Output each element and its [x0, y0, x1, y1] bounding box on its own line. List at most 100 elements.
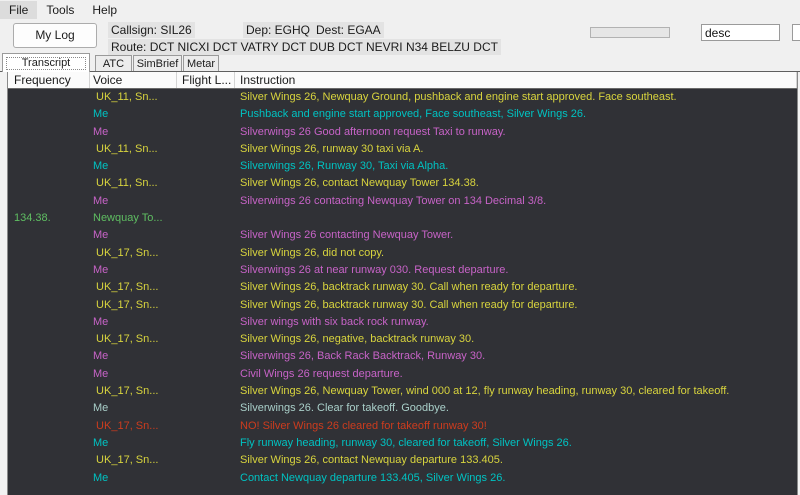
cell-voice: Me	[90, 193, 177, 210]
table-row[interactable]: UK_17, Sn...Silver Wings 26, Newquay Tow…	[8, 383, 797, 400]
cell-flight-level	[177, 193, 235, 210]
cell-voice: UK_17, Sn...	[90, 245, 177, 262]
menu-help[interactable]: Help	[83, 1, 126, 19]
table-row[interactable]: MePushback and engine start approved, Fa…	[8, 106, 797, 123]
table-row[interactable]: MeSilverwings 26 Good afternoon request …	[8, 124, 797, 141]
cell-frequency	[8, 245, 90, 262]
table-row[interactable]: UK_17, Sn...Silver Wings 26, backtrack r…	[8, 297, 797, 314]
desc-input[interactable]	[701, 24, 780, 41]
cell-instruction: Silverwings 26, Back Rack Backtrack, Run…	[235, 348, 797, 365]
table-row[interactable]: UK_11, Sn...Silver Wings 26, contact New…	[8, 175, 797, 192]
table-row[interactable]: UK_17, Sn... Silver Wings 26, negative, b…	[8, 331, 797, 348]
cell-frequency	[8, 366, 90, 383]
table-row[interactable]: MeSilver Wings 26 contacting Newquay Tow…	[8, 227, 797, 244]
cell-voice: UK_11, Sn...	[90, 141, 177, 158]
table-row[interactable]: MeSilverwings 26 at near runway 030. Req…	[8, 262, 797, 279]
cell-voice: UK_11, Sn...	[90, 175, 177, 192]
tab-metar[interactable]: Metar	[183, 55, 219, 72]
cell-instruction: Silverwings 26 contacting Newquay Tower …	[235, 193, 797, 210]
table-row[interactable]: MeSilverwings 26, Back Rack Backtrack, R…	[8, 348, 797, 365]
table-row[interactable]: 134.38.Newquay To...	[8, 210, 797, 227]
cell-instruction: Silver wings with six back rock runway.	[235, 314, 797, 331]
cell-instruction: Silver Wings 26, runway 30 taxi via A.	[235, 141, 797, 158]
cell-flight-level	[177, 175, 235, 192]
cell-instruction: Silver Wings 26, Newquay Tower, wind 000…	[235, 383, 797, 400]
cell-voice: UK_17, Sn...	[90, 279, 177, 296]
cell-flight-level	[177, 314, 235, 331]
cell-flight-level	[177, 89, 235, 106]
cell-frequency	[8, 106, 90, 123]
cell-voice: Me	[90, 227, 177, 244]
cell-frequency	[8, 348, 90, 365]
table-row[interactable]: UK_17, Sn...Silver Wings 26, did not cop…	[8, 245, 797, 262]
cell-flight-level	[177, 158, 235, 175]
table-row[interactable]: MeFly runway heading, runway 30, cleared…	[8, 435, 797, 452]
cell-frequency	[8, 452, 90, 469]
cell-frequency	[8, 175, 90, 192]
cell-frequency	[8, 158, 90, 175]
table-row[interactable]: UK_17, Sn...Silver Wings 26, contact New…	[8, 452, 797, 469]
cell-frequency	[8, 297, 90, 314]
cell-voice: UK_17, Sn...	[90, 297, 177, 314]
table-row[interactable]: UK_11, Sn... Silver Wings 26, runway 30 t…	[8, 141, 797, 158]
cell-frequency	[8, 89, 90, 106]
cell-frequency	[8, 470, 90, 487]
cell-flight-level	[177, 124, 235, 141]
table-row[interactable]: UK_17, Sn...NO! Silver Wings 26 cleared …	[8, 418, 797, 435]
callsign-label: Callsign: SIL26	[108, 22, 195, 38]
cell-instruction: Contact Newquay departure 133.405, Silve…	[235, 470, 797, 487]
grid-left-gutter	[0, 72, 8, 495]
column-header-flight-level[interactable]: Flight L...	[177, 72, 235, 88]
cell-instruction: Silverwings 26 at near runway 030. Reque…	[235, 262, 797, 279]
column-header-instruction[interactable]: Instruction	[235, 72, 797, 88]
table-row[interactable]: MeCivil Wings 26 request departure.	[8, 366, 797, 383]
cell-frequency	[8, 262, 90, 279]
cell-frequency: 134.38.	[8, 210, 90, 227]
cell-voice: UK_17, Sn...	[90, 452, 177, 469]
table-row[interactable]: MeSilverwings 26, Runway 30, Taxi via Al…	[8, 158, 797, 175]
menu-file[interactable]: File	[0, 1, 37, 19]
table-row[interactable]: Me Silverwings 26 contacting Newquay Towe…	[8, 193, 797, 210]
table-row[interactable]: UK_11, Sn...Silver Wings 26, Newquay Gro…	[8, 89, 797, 106]
my-log-button[interactable]: My Log	[13, 23, 97, 48]
cell-voice: Me	[90, 435, 177, 452]
cell-flight-level	[177, 245, 235, 262]
table-row[interactable]: Me Contact Newquay departure 133.405, Sil…	[8, 470, 797, 487]
tab-label: ATC	[103, 58, 124, 70]
cell-instruction: Silverwings 26. Clear for takeoff. Goodb…	[235, 400, 797, 417]
cell-instruction: Civil Wings 26 request departure.	[235, 366, 797, 383]
cell-voice: Me	[90, 158, 177, 175]
cell-flight-level	[177, 383, 235, 400]
table-row[interactable]: MeSilver wings with six back rock runway…	[8, 314, 797, 331]
cell-voice: UK_17, Sn...	[90, 331, 177, 348]
cell-voice: Me	[90, 106, 177, 123]
table-row[interactable]: UK_17, Sn...Silver Wings 26, backtrack r…	[8, 279, 797, 296]
table-row[interactable]: Me Silverwings 26. Clear for takeoff. Goo…	[8, 400, 797, 417]
cell-voice: Me	[90, 400, 177, 417]
cell-frequency	[8, 383, 90, 400]
cell-flight-level	[177, 470, 235, 487]
cell-flight-level	[177, 366, 235, 383]
tab-atc[interactable]: ATC	[95, 55, 132, 72]
cell-instruction: Silver Wings 26, Newquay Ground, pushbac…	[235, 89, 797, 106]
cell-voice: Me	[90, 470, 177, 487]
menu-bar: File Tools Help	[0, 0, 800, 19]
menu-tools[interactable]: Tools	[37, 1, 83, 19]
progress-bar	[590, 27, 670, 38]
transcript-rows: UK_11, Sn... Silver Wings 26, Newquay Gro…	[8, 89, 797, 487]
cell-instruction: Silver Wings 26, negative, backtrack run…	[235, 331, 797, 348]
cell-frequency	[8, 227, 90, 244]
column-header-frequency[interactable]: Frequency	[8, 72, 90, 88]
tab-simbrief[interactable]: SimBrief	[133, 55, 182, 72]
cell-flight-level	[177, 435, 235, 452]
cell-frequency	[8, 279, 90, 296]
cell-frequency	[8, 193, 90, 210]
cell-instruction: Silverwings 26 Good afternoon request Ta…	[235, 124, 797, 141]
edge-clipped-input[interactable]	[792, 24, 800, 41]
tab-label: Metar	[187, 58, 215, 70]
cell-frequency	[8, 141, 90, 158]
column-header-voice[interactable]: Voice	[90, 72, 177, 88]
destination-label: Dest: EGAA	[313, 22, 384, 38]
tab-transcript[interactable]: Transcript	[2, 53, 90, 72]
cell-flight-level	[177, 400, 235, 417]
